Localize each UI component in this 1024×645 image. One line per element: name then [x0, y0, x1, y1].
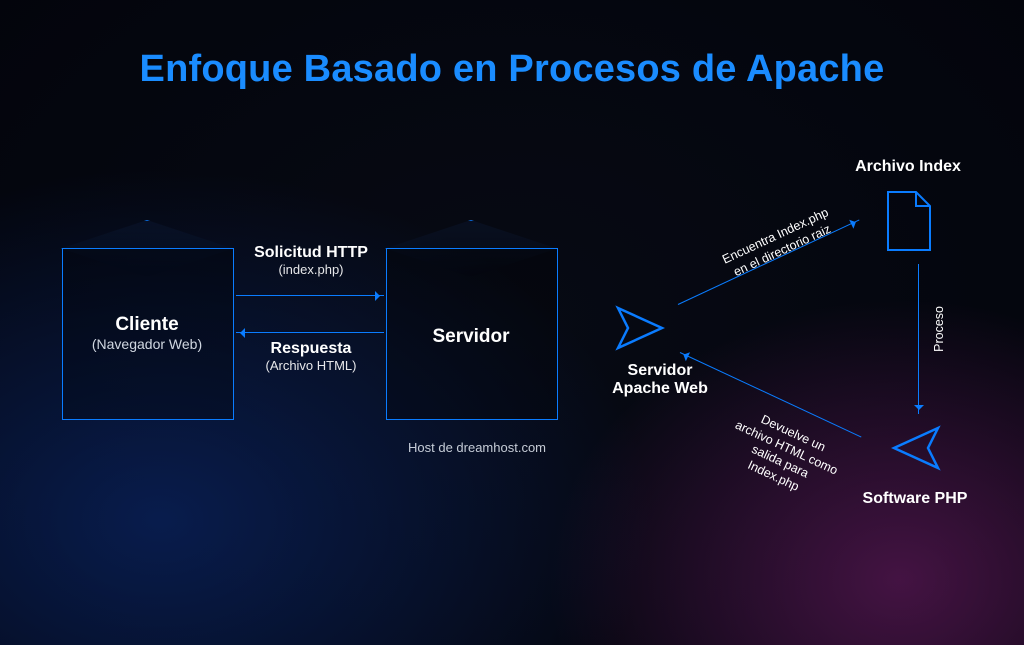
client-title: Cliente	[62, 314, 232, 336]
file-icon	[882, 188, 936, 254]
php-label: Software PHP	[850, 490, 980, 508]
client-subtitle: (Navegador Web)	[62, 336, 232, 352]
arrow-response	[236, 332, 384, 333]
arrow-process	[918, 264, 919, 414]
server-title: Servidor	[386, 326, 556, 348]
arrow-request	[236, 295, 384, 296]
response-label: Respuesta (Archivo HTML)	[252, 340, 370, 373]
diagram-stage: Enfoque Basado en Procesos de Apache Cli…	[0, 0, 1024, 645]
server-caption: Host de dreamhost.com	[408, 440, 546, 455]
client-cube: Cliente (Navegador Web)	[62, 248, 232, 418]
page-title: Enfoque Basado en Procesos de Apache	[0, 48, 1024, 91]
server-cube: Servidor	[386, 248, 556, 418]
return-html-text: Devuelve unarchivo HTML comosalida paraI…	[693, 391, 873, 519]
index-file-label: Archivo Index	[848, 158, 968, 176]
request-label: Solicitud HTTP (index.php)	[246, 244, 376, 277]
process-text: Proceso	[932, 306, 946, 352]
apache-label: Servidor Apache Web	[600, 362, 720, 398]
find-index-text: Encuentra Index.phpen el directorio raiz	[695, 194, 862, 294]
